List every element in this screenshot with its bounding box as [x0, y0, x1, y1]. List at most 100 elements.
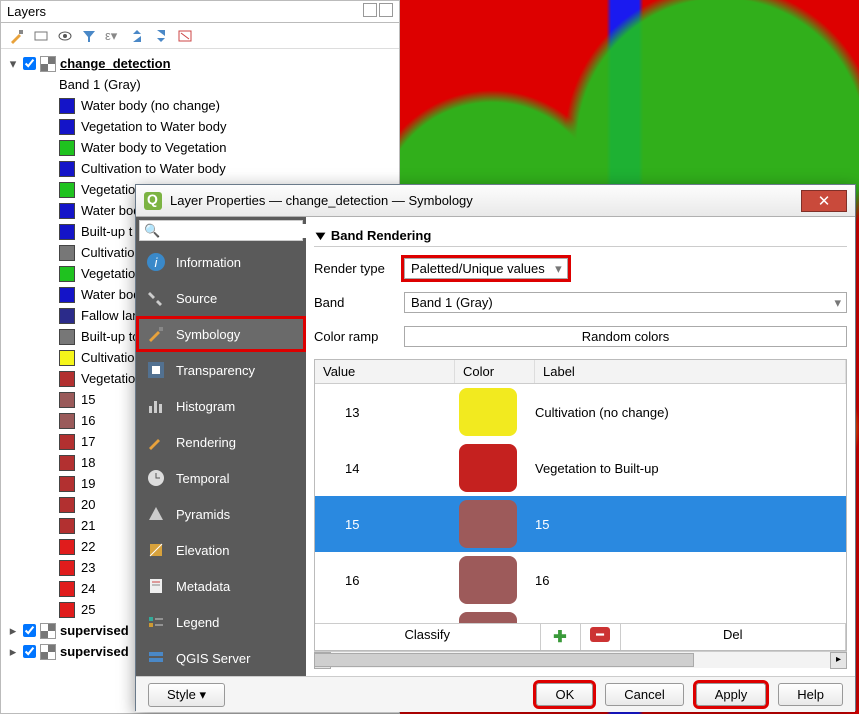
sidebar-item-metadata[interactable]: Metadata [136, 568, 306, 604]
help-label: Help [797, 687, 824, 702]
add-group-icon[interactable] [33, 28, 49, 44]
sidebar-search[interactable]: 🔍 [139, 220, 303, 241]
row-value: 13 [315, 405, 455, 420]
legend-item[interactable]: Cultivation to Water body [7, 158, 393, 179]
panel-window-controls[interactable] [361, 3, 393, 20]
sidebar-item-transparency[interactable]: Transparency [136, 352, 306, 388]
ok-label: OK [555, 687, 574, 702]
sidebar-item-elevation[interactable]: Elevation [136, 532, 306, 568]
layer-visibility-checkbox[interactable] [23, 57, 36, 70]
table-row[interactable]: 13 Cultivation (no change) [315, 384, 846, 440]
collapse-all-icon[interactable] [153, 28, 169, 44]
sidebar-item-qgis-server[interactable]: QGIS Server [136, 640, 306, 676]
style-manager-icon[interactable] [9, 28, 25, 44]
color-chip[interactable] [459, 556, 517, 604]
sidebar-item-information[interactable]: iInformation [136, 244, 306, 280]
wrench-icon [146, 288, 166, 308]
layer-item-change-detection[interactable]: ▾ change_detection [7, 53, 393, 74]
visibility-icon[interactable] [57, 28, 73, 44]
color-swatch [59, 266, 75, 282]
expression-icon[interactable]: ε▾ [105, 28, 121, 44]
sidebar-item-pyramids[interactable]: Pyramids [136, 496, 306, 532]
sidebar-item-symbology[interactable]: Symbology [136, 316, 306, 352]
legend-label: 25 [81, 602, 95, 617]
expand-icon[interactable]: ▾ [7, 56, 19, 72]
layer-visibility-checkbox[interactable] [23, 645, 36, 658]
sidebar-item-label: Symbology [176, 327, 240, 342]
table-row[interactable]: 1717 [315, 608, 846, 623]
sidebar-item-histogram[interactable]: Histogram [136, 388, 306, 424]
render-type-label: Render type [314, 261, 394, 276]
sidebar-item-label: Legend [176, 615, 219, 630]
search-input[interactable] [160, 224, 315, 238]
expand-icon[interactable]: ▸ [7, 644, 19, 660]
delete-label: Del [723, 627, 743, 642]
sidebar-item-rendering[interactable]: Rendering [136, 424, 306, 460]
table-row[interactable]: 1616 [315, 552, 846, 608]
row-label: Cultivation (no change) [535, 405, 846, 420]
sidebar-item-legend[interactable]: Legend [136, 604, 306, 640]
col-value-header[interactable]: Value [315, 360, 455, 383]
legend-label: Built-up to [81, 329, 140, 344]
col-color-header[interactable]: Color [455, 360, 535, 383]
color-chip[interactable] [459, 612, 517, 623]
sidebar-item-label: Metadata [176, 579, 230, 594]
table-row[interactable]: 14Vegetation to Built-up [315, 440, 846, 496]
legend-item[interactable]: Vegetation to Water body [7, 116, 393, 137]
legend-item[interactable]: Water body (no change) [7, 95, 393, 116]
table-row[interactable]: 1515 [315, 496, 846, 552]
close-button[interactable]: ✕ [801, 190, 847, 212]
col-label-header[interactable]: Label [535, 360, 846, 383]
color-swatch [59, 581, 75, 597]
remove-class-button[interactable]: ━ [581, 624, 621, 650]
scroll-thumb[interactable] [314, 653, 694, 667]
layers-toolbar: ε▾ [1, 23, 399, 49]
row-label: Vegetation to Built-up [535, 461, 846, 476]
color-swatch [59, 308, 75, 324]
color-chip[interactable] [459, 444, 517, 492]
classify-button[interactable]: Classify [315, 624, 541, 650]
filter-icon[interactable] [81, 28, 97, 44]
expand-all-icon[interactable] [129, 28, 145, 44]
row-value: 16 [315, 573, 455, 588]
cancel-button[interactable]: Cancel [605, 683, 683, 706]
color-ramp-combo[interactable]: Random colors [404, 326, 847, 347]
sidebar-item-label: Elevation [176, 543, 229, 558]
legend-label: 19 [81, 476, 95, 491]
legend-label: Vegetation [81, 182, 142, 197]
expand-icon[interactable]: ▸ [7, 623, 19, 639]
band-combo[interactable]: Band 1 (Gray) [404, 292, 847, 313]
layer-visibility-checkbox[interactable] [23, 624, 36, 637]
delete-all-button[interactable]: Del [621, 624, 847, 650]
sidebar-item-temporal[interactable]: Temporal [136, 460, 306, 496]
legend-item[interactable]: Water body to Vegetation [7, 137, 393, 158]
layer-name-label: supervised [60, 623, 129, 638]
clock-icon [146, 468, 166, 488]
plus-icon: ✚ [553, 629, 566, 646]
style-button[interactable]: Style ▾ [148, 683, 225, 707]
sidebar-item-label: Histogram [176, 399, 235, 414]
color-chip[interactable] [459, 388, 517, 436]
sidebar-item-label: Information [176, 255, 241, 270]
add-class-button[interactable]: ✚ [541, 624, 581, 650]
properties-sidebar: 🔍 iInformationSource Symbology Transparenc… [136, 217, 306, 676]
legend-label: Water bod [81, 287, 141, 302]
scroll-right-icon[interactable]: ▸ [830, 652, 847, 669]
brush-icon [146, 324, 166, 344]
color-swatch [59, 602, 75, 618]
color-swatch [59, 476, 75, 492]
apply-button[interactable]: Apply [696, 683, 767, 706]
render-type-combo[interactable]: Paletted/Unique values [404, 258, 568, 279]
horizontal-scrollbar[interactable]: ◂ ▸ [314, 651, 847, 668]
dialog-title: Layer Properties — change_detection — Sy… [170, 193, 473, 208]
ok-button[interactable]: OK [536, 683, 593, 706]
color-swatch [59, 455, 75, 471]
dialog-titlebar[interactable]: Layer Properties — change_detection — Sy… [136, 185, 855, 217]
sidebar-item-source[interactable]: Source [136, 280, 306, 316]
band-rendering-section-header[interactable]: ▼Band Rendering [314, 225, 847, 247]
band-label: Band 1 (Gray) [7, 74, 393, 95]
remove-layer-icon[interactable] [177, 28, 193, 44]
color-chip[interactable] [459, 500, 517, 548]
symbology-content: ▼Band Rendering Render type Paletted/Uni… [306, 217, 855, 676]
help-button[interactable]: Help [778, 683, 843, 706]
